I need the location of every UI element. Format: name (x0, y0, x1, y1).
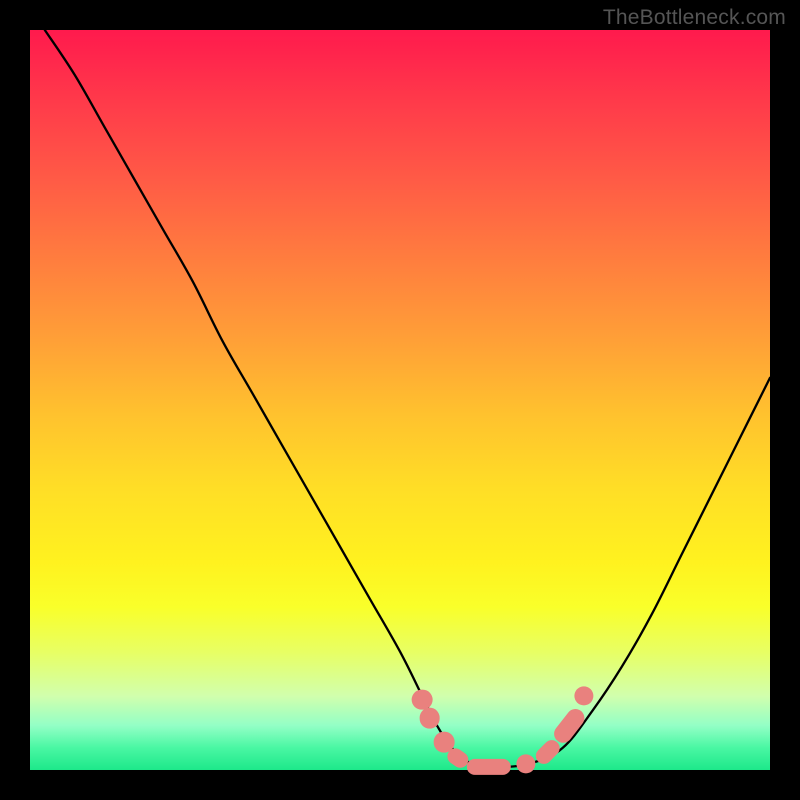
curve-marker-4 (467, 759, 511, 775)
attribution-text: TheBottleneck.com (603, 6, 786, 30)
chart-stage: TheBottleneck.com (0, 0, 800, 800)
plot-area (30, 30, 770, 770)
curve-marker-5 (516, 754, 535, 773)
curve-marker-1 (419, 708, 440, 729)
